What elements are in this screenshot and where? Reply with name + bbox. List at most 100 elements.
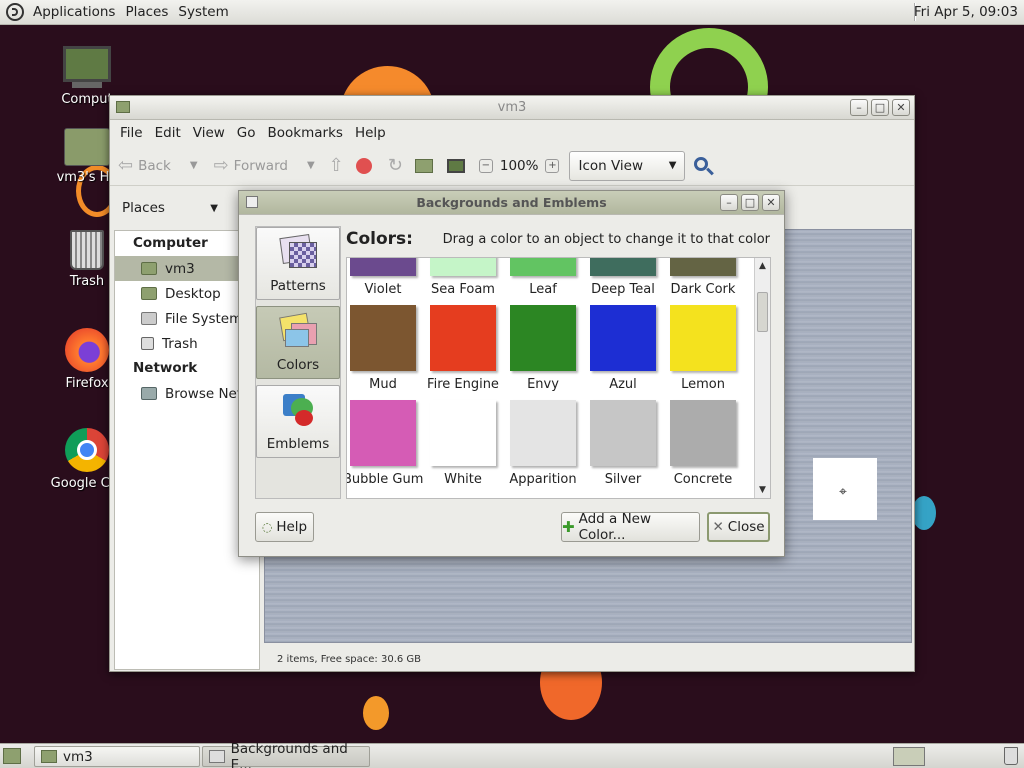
color-swatch[interactable] — [590, 400, 656, 466]
color-swatch-label: Apparition — [509, 472, 577, 487]
color-swatch[interactable] — [670, 400, 736, 466]
color-swatch[interactable] — [670, 305, 736, 371]
color-swatch[interactable] — [350, 258, 416, 276]
forward-button[interactable]: ⇨ Forward ▼ — [214, 155, 315, 176]
distro-logo-icon[interactable] — [6, 3, 24, 21]
color-swatch[interactable] — [510, 400, 576, 466]
color-swatch[interactable] — [590, 258, 656, 276]
dialog-titlebar[interactable]: Backgrounds and Emblems – □ ✕ — [239, 191, 784, 215]
close-icon: ✕ — [712, 519, 724, 535]
help-icon: ◌ — [261, 520, 273, 534]
color-swatch-label: Fire Engine — [427, 377, 499, 392]
clock[interactable]: Fri Apr 5, 09:03 — [914, 4, 1018, 20]
color-swatch-label: Envy — [527, 377, 559, 392]
stop-icon[interactable] — [355, 157, 372, 174]
back-button[interactable]: ⇦ Back ▼ — [118, 155, 198, 176]
workspace-switcher-icon[interactable] — [893, 747, 925, 766]
menu-help[interactable]: Help — [349, 125, 392, 141]
category-emblems[interactable]: Emblems — [256, 385, 340, 458]
color-swatch-label: Concrete — [673, 472, 733, 487]
color-swatch-label: Dark Cork — [670, 282, 736, 297]
window-title: vm3 — [497, 100, 527, 115]
colors-header: Colors: — [346, 229, 413, 249]
close-dialog-button[interactable]: ✕ Close — [707, 512, 770, 542]
color-swatch[interactable] — [430, 305, 496, 371]
reload-icon[interactable]: ↻ — [388, 155, 403, 176]
dialog-title: Backgrounds and Emblems — [416, 195, 607, 210]
home-icon[interactable] — [414, 158, 433, 173]
menu-edit[interactable]: Edit — [149, 125, 187, 141]
drive-icon — [141, 312, 157, 325]
menu-applications[interactable]: Applications — [28, 4, 120, 20]
color-swatch[interactable] — [590, 305, 656, 371]
color-swatch[interactable] — [510, 258, 576, 276]
color-swatch-label: Violet — [364, 282, 402, 297]
plus-icon: ✚ — [562, 518, 575, 536]
color-swatch[interactable] — [670, 258, 736, 276]
menu-go[interactable]: Go — [231, 125, 262, 141]
scroll-up-arrow[interactable]: ▲ — [755, 258, 770, 274]
category-colors[interactable]: Colors — [256, 306, 340, 379]
menu-bookmarks[interactable]: Bookmarks — [262, 125, 349, 141]
color-swatch-grid[interactable]: ▲ ▼ Violet Sea Foam Leaf Deep Teal Dark Cork… — [346, 257, 771, 499]
color-swatch[interactable] — [350, 400, 416, 466]
menu-system[interactable]: System — [173, 4, 233, 20]
menu-places[interactable]: Places — [120, 4, 173, 20]
places-selector[interactable]: Places ▼ — [114, 192, 226, 224]
color-swatch[interactable] — [510, 305, 576, 371]
menu-file[interactable]: File — [114, 125, 149, 141]
color-swatch[interactable] — [350, 305, 416, 371]
color-swatch-label: White — [444, 472, 482, 487]
patterns-icon — [279, 234, 319, 270]
home-folder-icon — [64, 128, 110, 166]
colors-icon — [279, 312, 319, 349]
backgrounds-emblems-dialog[interactable]: Backgrounds and Emblems – □ ✕ Patterns C… — [238, 190, 785, 557]
color-swatch-label: Mud — [369, 377, 397, 392]
menubar: File Edit View Go Bookmarks Help — [110, 120, 914, 146]
status-bar: 2 items, Free space: 30.6 GB — [277, 654, 422, 665]
wallpaper-cyan-blob — [912, 496, 936, 530]
trash-applet-icon[interactable] — [1004, 747, 1018, 765]
vertical-scrollbar[interactable]: ▲ ▼ — [754, 258, 770, 498]
color-swatch-label: Leaf — [529, 282, 557, 297]
scroll-down-arrow[interactable]: ▼ — [755, 482, 770, 498]
colors-hint: Drag a color to an object to change it t… — [442, 232, 770, 247]
maximize-button[interactable]: □ — [741, 194, 759, 211]
maximize-button[interactable]: □ — [871, 99, 889, 116]
close-button[interactable]: ✕ — [892, 99, 910, 116]
color-swatch-label: Bubble Gum — [346, 472, 424, 487]
cursor-drag-icon: ⌖ — [839, 484, 847, 500]
chevron-down-icon: ▼ — [210, 202, 218, 214]
selected-file-item[interactable]: ⌖ — [813, 458, 877, 520]
home-folder-icon — [141, 262, 157, 275]
color-swatch-label: Azul — [609, 377, 637, 392]
color-swatch-label: Deep Teal — [591, 282, 655, 297]
chevron-down-icon: ▼ — [668, 160, 677, 171]
computer-icon[interactable] — [446, 158, 465, 173]
task-vm3[interactable]: vm3 — [34, 746, 200, 767]
category-list: Patterns Colors Emblems — [255, 226, 341, 499]
up-arrow-icon[interactable]: ⇧ — [329, 155, 344, 176]
back-arrow-icon: ⇦ — [118, 155, 134, 176]
close-button[interactable]: ✕ — [762, 194, 780, 211]
show-desktop-icon[interactable] — [3, 748, 21, 764]
view-mode-combo[interactable]: Icon View ▼ — [569, 150, 686, 181]
color-swatch[interactable] — [430, 258, 496, 276]
window-icon — [209, 750, 225, 763]
window-titlebar[interactable]: vm3 – □ ✕ — [110, 96, 914, 120]
menu-view[interactable]: View — [187, 125, 231, 141]
network-icon — [141, 387, 157, 400]
category-patterns[interactable]: Patterns — [256, 227, 340, 300]
zoom-level: 100% — [499, 157, 539, 174]
wallpaper-small-orange — [363, 696, 389, 730]
minimize-button[interactable]: – — [850, 99, 868, 116]
search-icon[interactable] — [693, 156, 715, 176]
color-swatch[interactable] — [430, 400, 496, 466]
zoom-in-icon[interactable]: + — [545, 158, 560, 173]
task-backgrounds-emblems[interactable]: Backgrounds and E... — [202, 741, 370, 768]
scrollbar-thumb[interactable] — [757, 292, 768, 332]
add-new-color-button[interactable]: ✚ Add a New Color... — [561, 511, 700, 543]
zoom-out-icon[interactable]: − — [478, 158, 493, 173]
help-button[interactable]: ◌ Help — [255, 512, 314, 542]
minimize-button[interactable]: – — [720, 194, 738, 211]
